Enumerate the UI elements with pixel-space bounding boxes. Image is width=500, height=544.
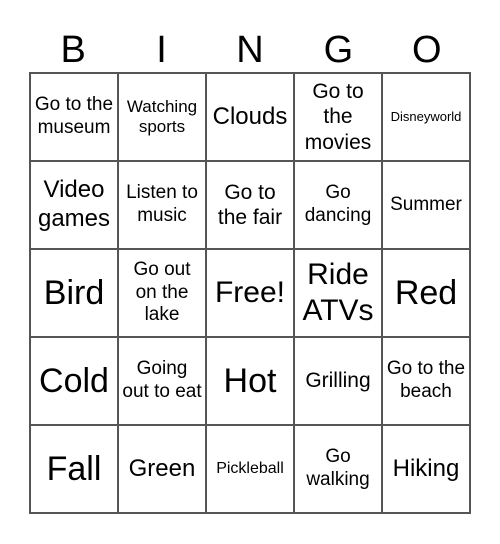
- bingo-cell[interactable]: Red: [382, 249, 470, 337]
- bingo-cell[interactable]: Summer: [382, 161, 470, 249]
- header-letter-g: G: [323, 29, 354, 71]
- bingo-cell[interactable]: Pickleball: [206, 425, 294, 513]
- bingo-cell[interactable]: Going out to eat: [118, 337, 206, 425]
- bingo-cell[interactable]: Watching sports: [118, 73, 206, 161]
- bingo-cell[interactable]: Listen to music: [118, 161, 206, 249]
- bingo-cell[interactable]: Bird: [30, 249, 118, 337]
- bingo-cell[interactable]: Go walking: [294, 425, 382, 513]
- bingo-cell[interactable]: Hiking: [382, 425, 470, 513]
- bingo-cell[interactable]: Ride ATVs: [294, 249, 382, 337]
- bingo-header: B I N G O: [29, 28, 471, 72]
- bingo-cell[interactable]: Go out on the lake: [118, 249, 206, 337]
- bingo-cell[interactable]: Go to the fair: [206, 161, 294, 249]
- bingo-cell[interactable]: Video games: [30, 161, 118, 249]
- bingo-cell[interactable]: Go to the movies: [294, 73, 382, 161]
- bingo-cell-free[interactable]: Free!: [206, 249, 294, 337]
- bingo-cell[interactable]: Go dancing: [294, 161, 382, 249]
- bingo-cell[interactable]: Go to the beach: [382, 337, 470, 425]
- bingo-cell[interactable]: Fall: [30, 425, 118, 513]
- bingo-cell[interactable]: Hot: [206, 337, 294, 425]
- bingo-card-grid: Go to the museum Watching sports Clouds …: [29, 72, 471, 514]
- bingo-cell[interactable]: Cold: [30, 337, 118, 425]
- header-letter-i: I: [156, 29, 167, 71]
- bingo-cell[interactable]: Clouds: [206, 73, 294, 161]
- bingo-cell[interactable]: Disneyworld: [382, 73, 470, 161]
- bingo-cell[interactable]: Grilling: [294, 337, 382, 425]
- header-letter-o: O: [411, 29, 442, 71]
- bingo-cell[interactable]: Green: [118, 425, 206, 513]
- bingo-cell[interactable]: Go to the museum: [30, 73, 118, 161]
- header-letter-b: B: [60, 29, 86, 71]
- header-letter-n: N: [236, 29, 264, 71]
